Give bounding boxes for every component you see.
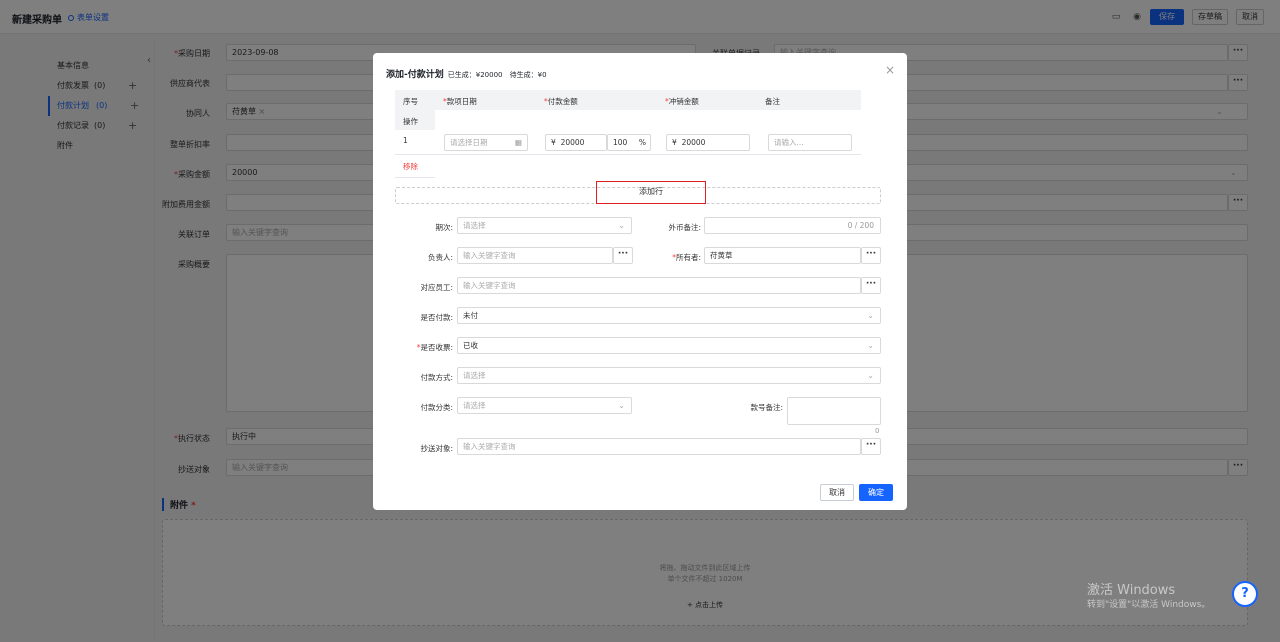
- table-header: 序号 *款项日期 *付款金额 *冲销金额 备注: [395, 90, 861, 110]
- account-note-label: 款号备注:: [750, 403, 783, 412]
- holder-more-button[interactable]: ···: [861, 247, 881, 264]
- account-note-textarea[interactable]: [787, 397, 881, 425]
- fx-note-input[interactable]: 0 / 200: [704, 217, 881, 234]
- dialog-cancel-button[interactable]: 取消: [820, 484, 854, 501]
- period-select[interactable]: 请选择 ⌄: [457, 217, 632, 234]
- col-note: 备注: [765, 97, 780, 106]
- windows-watermark: 激活 Windows: [1087, 583, 1176, 598]
- fx-note-label: 外币备注:: [668, 223, 701, 232]
- employee-input[interactable]: 输入关键字查询: [457, 277, 861, 294]
- period-label: 期次:: [435, 223, 453, 232]
- invoice-select[interactable]: 已收 ⌄: [457, 337, 881, 354]
- holder-input[interactable]: 苻黄草: [704, 247, 861, 264]
- owner-input[interactable]: 输入关键字查询: [457, 247, 613, 264]
- windows-watermark-sub: 转到"设置"以激活 Windows。: [1087, 600, 1211, 610]
- row-remove-link[interactable]: 移除: [403, 161, 418, 172]
- paid-select[interactable]: 未付 ⌄: [457, 307, 881, 324]
- col-seq: 序号: [403, 97, 418, 106]
- chevron-down-icon: ⌄: [618, 221, 625, 230]
- method-label: 付款方式:: [420, 373, 453, 382]
- col-offset: *冲销金额: [665, 97, 699, 106]
- holder-label: *所有者:: [672, 253, 701, 262]
- add-row-button[interactable]: 添加行: [596, 181, 706, 204]
- generated-amount: 已生成：¥20000: [447, 71, 503, 79]
- dialog-title: 添加-付款计划 已生成：¥20000 待生成：¥0: [386, 70, 547, 80]
- pending-amount: 待生成：¥0: [509, 71, 547, 79]
- chevron-down-icon: ⌄: [867, 311, 874, 320]
- chevron-down-icon: ⌄: [867, 371, 874, 380]
- row-divider: [395, 177, 435, 178]
- chevron-down-icon: ⌄: [618, 401, 625, 410]
- col-date: *款项日期: [443, 97, 477, 106]
- row-amount-input[interactable]: ¥ 20000: [545, 134, 607, 151]
- help-icon[interactable]: ?: [1232, 581, 1258, 607]
- row-note-input[interactable]: 请输入...: [768, 134, 852, 151]
- category-label: 付款分类:: [420, 403, 453, 412]
- dialog-confirm-button[interactable]: 确定: [859, 484, 893, 501]
- invoice-label: *是否收票:: [416, 343, 453, 352]
- calendar-icon: ▦: [514, 138, 522, 147]
- paid-label: 是否付款:: [420, 313, 453, 322]
- row-percent-input[interactable]: 100%: [607, 134, 651, 151]
- cc-input[interactable]: 输入关键字查询: [457, 438, 861, 455]
- method-select[interactable]: 请选择 ⌄: [457, 367, 881, 384]
- cc-more-button[interactable]: ···: [861, 438, 881, 455]
- owner-label: 负责人:: [427, 253, 453, 262]
- employee-label: 对应员工:: [420, 283, 453, 292]
- row-date-picker[interactable]: 请选择日期 ▦: [444, 134, 528, 151]
- row-seq: 1: [403, 136, 408, 145]
- chevron-down-icon: ⌄: [867, 341, 874, 350]
- col-amount: *付款金额: [544, 97, 578, 106]
- fx-note-count: 0 / 200: [847, 221, 874, 230]
- employee-more-button[interactable]: ···: [861, 277, 881, 294]
- col-op-header: 操作: [395, 110, 435, 130]
- close-icon[interactable]: ×: [885, 63, 895, 77]
- payment-plan-dialog: 添加-付款计划 已生成：¥20000 待生成：¥0 × 序号 *款项日期 *付款金…: [373, 53, 907, 510]
- row-divider: [395, 154, 861, 155]
- category-select[interactable]: 请选择 ⌄: [457, 397, 632, 414]
- account-note-count: 0: [875, 427, 880, 435]
- owner-more-button[interactable]: ···: [613, 247, 633, 264]
- row-offset-input[interactable]: ¥ 20000: [666, 134, 750, 151]
- cc-label: 抄送对象:: [420, 444, 453, 453]
